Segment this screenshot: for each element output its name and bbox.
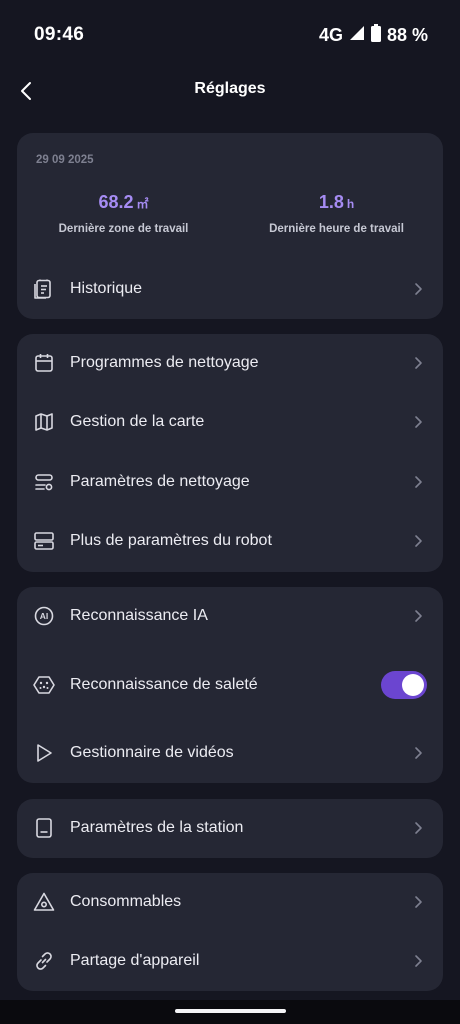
sliders-icon: [33, 471, 55, 493]
status-indicators: 4G 88 %: [319, 24, 428, 47]
link-icon: [33, 950, 55, 972]
home-indicator[interactable]: [175, 1009, 286, 1013]
chevron-right-icon: [413, 895, 423, 909]
row-video-manager[interactable]: Gestionnaire de vidéos: [17, 725, 443, 781]
row-device-sharing[interactable]: Partage d'appareil: [17, 933, 443, 989]
row-cleaning-settings[interactable]: Paramètres de nettoyage: [17, 454, 443, 510]
time-value: 1.8: [318, 192, 344, 212]
row-more-robot-settings[interactable]: Plus de paramètres du robot: [17, 513, 443, 569]
chevron-right-icon: [413, 609, 423, 623]
battery-icon: [370, 24, 381, 47]
time-stat: 1.8 h Dernière heure de travail: [230, 192, 443, 235]
row-label: Paramètres de nettoyage: [70, 473, 250, 490]
chevron-right-icon: [413, 534, 423, 548]
time-label: Dernière heure de travail: [269, 223, 404, 235]
row-label: Programmes de nettoyage: [70, 354, 259, 371]
row-label: Consommables: [70, 893, 182, 910]
ai-features-card: AI Reconnaissance IA Reconnaissance de s…: [17, 587, 443, 783]
page-title: Réglages: [194, 80, 266, 97]
play-icon: [33, 742, 55, 764]
last-work-date: 29 09 2025: [36, 154, 94, 166]
ai-icon: AI: [33, 605, 55, 627]
network-type: 4G: [318, 25, 343, 45]
history-label: Historique: [70, 280, 143, 297]
row-consumables[interactable]: Consommables: [17, 874, 443, 930]
area-label: Dernière zone de travail: [58, 223, 189, 235]
status-time: 09:46: [34, 24, 85, 45]
area-value: 68.2: [98, 192, 134, 212]
calendar-icon: [33, 352, 55, 374]
chevron-right-icon: [413, 415, 423, 429]
station-icon: [33, 817, 55, 839]
header: Réglages: [0, 68, 460, 114]
row-station-settings[interactable]: Paramètres de la station: [17, 800, 443, 856]
map-icon: [33, 411, 55, 433]
misc-card: Consommables Partage d'appareil: [17, 873, 443, 991]
row-dirt-recognition[interactable]: Reconnaissance de saleté: [17, 657, 443, 713]
toggle-knob: [402, 674, 424, 696]
chevron-right-icon: [413, 475, 423, 489]
row-label: Paramètres de la station: [70, 819, 244, 836]
signal-icon: [349, 25, 365, 46]
status-bar: 09:46 4G 88 %: [0, 0, 460, 68]
warning-triangle-icon: [33, 891, 55, 913]
row-label: Reconnaissance de saleté: [70, 676, 258, 693]
row-label: Gestion de la carte: [70, 413, 205, 430]
dirt-detection-icon: [33, 674, 55, 696]
row-ai-recognition[interactable]: AI Reconnaissance IA: [17, 588, 443, 644]
chevron-right-icon: [413, 954, 423, 968]
chevron-right-icon: [413, 356, 423, 370]
svg-text:AI: AI: [40, 611, 49, 621]
history-row[interactable]: Historique: [17, 261, 443, 317]
summary-card: 29 09 2025 68.2 ㎡ Dernière zone de travai…: [17, 133, 443, 319]
row-label: Partage d'appareil: [70, 952, 200, 969]
time-unit: h: [346, 197, 355, 211]
row-label: Gestionnaire de vidéos: [70, 744, 234, 761]
dirt-recognition-toggle[interactable]: [381, 671, 427, 699]
battery-level: 88 %: [386, 25, 428, 45]
area-unit: ㎡: [136, 197, 149, 211]
area-stat: 68.2 ㎡ Dernière zone de travail: [17, 192, 230, 235]
chevron-right-icon: [413, 746, 423, 760]
row-cleaning-schedules[interactable]: Programmes de nettoyage: [17, 335, 443, 391]
chevron-right-icon: [413, 821, 423, 835]
chevron-right-icon: [413, 282, 423, 296]
station-card: Paramètres de la station: [17, 799, 443, 858]
history-icon: [33, 278, 55, 300]
row-label: Reconnaissance IA: [70, 607, 208, 624]
row-label: Plus de paramètres du robot: [70, 532, 272, 549]
robot-settings-card: Programmes de nettoyage Gestion de la ca…: [17, 334, 443, 572]
server-icon: [33, 530, 55, 552]
row-map-management[interactable]: Gestion de la carte: [17, 394, 443, 450]
